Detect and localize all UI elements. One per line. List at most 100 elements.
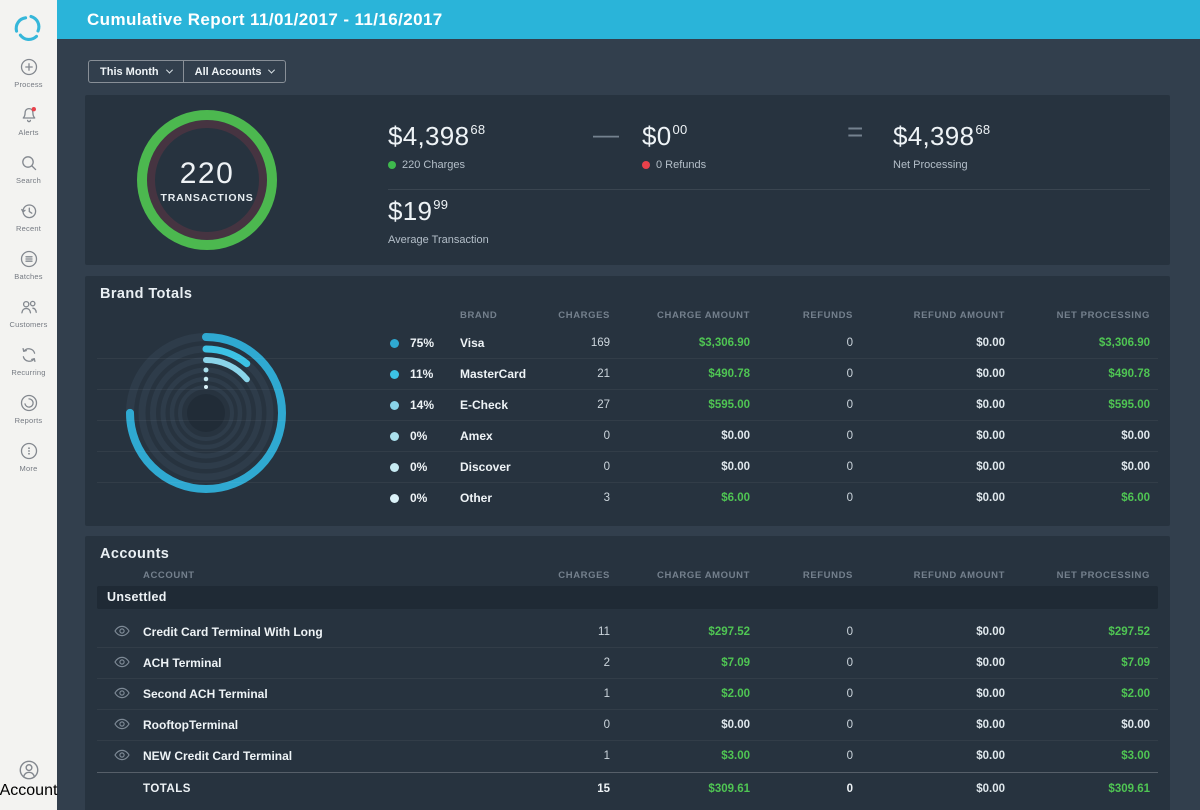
brand-name: E-Check [460, 398, 509, 412]
cell-refund-amount: $0.00 [976, 626, 1005, 638]
sidebar-item-more[interactable]: More [0, 440, 57, 473]
green-dot-icon [388, 161, 396, 169]
account-row: Credit Card Terminal With Long 11 $297.5… [85, 617, 1170, 648]
period-filter-dropdown[interactable]: This Month [88, 60, 183, 83]
cell-charges: 2 [603, 657, 610, 669]
bell-icon [22, 107, 36, 123]
refunds-label: 0 Refunds [642, 159, 706, 171]
brand-name: MasterCard [460, 367, 527, 381]
account-row: Second ACH Terminal 1 $2.00 0 $0.00 $2.0… [85, 679, 1170, 710]
cell-net-processing: $0.00 [1121, 461, 1150, 473]
cell-refund-amount: $0.00 [976, 783, 1005, 795]
visibility-eye-icon[interactable] [113, 749, 130, 764]
brand-name: Other [460, 491, 493, 505]
transactions-count: 220 [179, 156, 235, 190]
cell-net-processing: $309.61 [1108, 783, 1150, 795]
cell-refunds: 0 [846, 783, 853, 795]
accounts-filter-value: All Accounts [194, 65, 262, 78]
col-header-charge-amount: CHARGE AMOUNT [657, 310, 750, 321]
cell-charges: 27 [597, 399, 610, 411]
chevron-down-icon [165, 66, 173, 74]
account-name: RooftopTerminal [143, 718, 239, 732]
cell-charges: 1 [603, 750, 610, 762]
cell-charges: 0 [603, 461, 610, 473]
brand-table-body: 75% Visa 169 $3,306.90 0 $0.00 $3,306.90… [85, 328, 1170, 514]
account-name: Credit Card Terminal With Long [143, 625, 323, 639]
cell-charges: 169 [590, 337, 610, 349]
history-clock-icon [20, 204, 36, 219]
cell-refund-amount: $0.00 [976, 368, 1005, 380]
visibility-eye-icon[interactable] [113, 718, 130, 733]
sidebar-item-label: More [19, 464, 38, 473]
charges-label: 220 Charges [388, 159, 485, 171]
cell-net-processing: $6.00 [1121, 492, 1150, 504]
cell-net-processing: $0.00 [1121, 719, 1150, 731]
sidebar-item-customers[interactable]: Customers [0, 296, 57, 329]
accounts-title: Accounts [100, 546, 170, 562]
brand-row-echeck: 14% E-Check 27 $595.00 0 $0.00 $595.00 [85, 390, 1170, 421]
recurring-refresh-icon [21, 347, 36, 363]
visibility-eye-icon[interactable] [113, 656, 130, 671]
cell-charge-amount: $7.09 [721, 657, 750, 669]
brand-name: Discover [460, 460, 511, 474]
sidebar-item-process[interactable]: Process [0, 56, 57, 89]
cell-charge-amount: $0.00 [721, 719, 750, 731]
visibility-eye-icon[interactable] [113, 625, 130, 640]
sidebar: Process Alerts Search Recent Batches Cus… [0, 0, 57, 810]
sidebar-item-recurring[interactable]: Recurring [0, 344, 57, 377]
sidebar-item-label: Search [16, 176, 41, 185]
sidebar-item-label: Batches [14, 272, 43, 281]
cell-charges: 0 [603, 430, 610, 442]
average-amount: $1999 [388, 196, 449, 226]
col-header-charge-amount: CHARGE AMOUNT [657, 570, 750, 581]
cell-net-processing: $490.78 [1108, 368, 1150, 380]
refunds-total-block: $000 0 Refunds [642, 121, 706, 171]
sidebar-item-batches[interactable]: Batches [0, 248, 57, 281]
cell-refunds: 0 [846, 657, 853, 669]
brand-percent: 0% [410, 491, 428, 505]
cell-refunds: 0 [846, 492, 853, 504]
account-row: RooftopTerminal 0 $0.00 0 $0.00 $0.00 [85, 710, 1170, 741]
sidebar-item-reports[interactable]: Reports [0, 392, 57, 425]
cell-charge-amount: $490.78 [708, 368, 750, 380]
brand-percent: 0% [410, 460, 428, 474]
brand-row-visa: 75% Visa 169 $3,306.90 0 $0.00 $3,306.90 [85, 328, 1170, 359]
reports-chart-icon [20, 394, 37, 412]
title-bar: Cumulative Report 11/01/2017 - 11/16/201… [57, 0, 1200, 39]
group-header-unsettled: Unsettled [97, 586, 1158, 609]
brand-row-discover: 0% Discover 0 $0.00 0 $0.00 $0.00 [85, 452, 1170, 483]
cell-refund-amount: $0.00 [976, 750, 1005, 762]
brand-dot-icon [390, 370, 399, 379]
sidebar-item-search[interactable]: Search [0, 152, 57, 185]
cell-net-processing: $3,306.90 [1098, 337, 1150, 349]
app-logo[interactable] [10, 10, 46, 46]
sidebar-item-alerts[interactable]: Alerts [0, 104, 57, 137]
cell-charges: 21 [597, 368, 610, 380]
accounts-filter-dropdown[interactable]: All Accounts [182, 60, 287, 83]
cell-refund-amount: $0.00 [976, 461, 1005, 473]
sidebar-item-label: Customers [9, 320, 48, 329]
cell-refunds: 0 [846, 430, 853, 442]
account-name: ACH Terminal [143, 656, 222, 670]
batch-list-icon [20, 250, 37, 268]
cell-refunds: 0 [846, 750, 853, 762]
sidebar-item-label: Recent [16, 224, 41, 233]
cell-net-processing: $7.09 [1121, 657, 1150, 669]
sidebar-item-account[interactable]: Account [0, 758, 57, 800]
brand-row-other: 0% Other 3 $6.00 0 $0.00 $6.00 [85, 483, 1170, 514]
cell-charge-amount: $297.52 [708, 626, 750, 638]
brand-dot-icon [390, 463, 399, 472]
average-transaction-block: $1999 Average Transaction [388, 196, 489, 246]
customers-people-icon [20, 300, 37, 314]
summary-divider [388, 189, 1150, 190]
account-person-icon [19, 760, 38, 780]
brand-dot-icon [390, 339, 399, 348]
search-icon [21, 156, 36, 171]
col-header-charges: CHARGES [558, 570, 610, 581]
sidebar-item-recent[interactable]: Recent [0, 200, 57, 233]
cell-refund-amount: $0.00 [976, 492, 1005, 504]
brand-dot-icon [390, 401, 399, 410]
visibility-eye-icon[interactable] [113, 687, 130, 702]
sidebar-nav: Process Alerts Search Recent Batches Cus… [0, 56, 57, 488]
net-amount: $4,39868 [893, 121, 991, 151]
